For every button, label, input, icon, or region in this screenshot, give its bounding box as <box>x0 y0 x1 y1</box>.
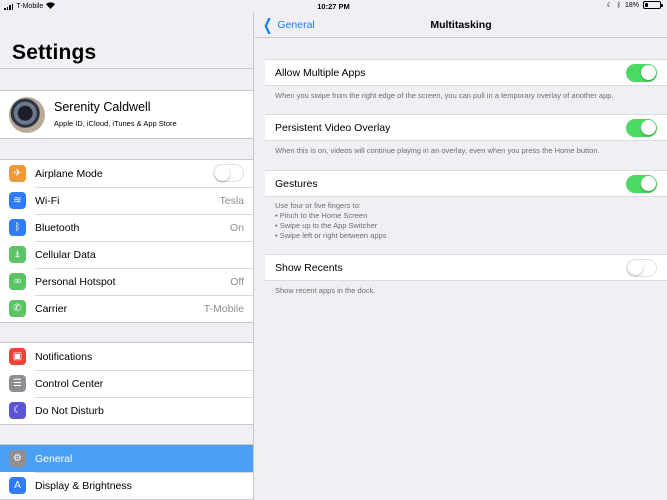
profile-subtitle: Apple ID, iCloud, iTunes & App Store <box>54 119 177 128</box>
bluetooth-icon: ᛒ <box>9 219 26 236</box>
sidebar-item-label: Carrier <box>35 302 68 315</box>
notifications-icon: ▣ <box>9 348 26 365</box>
sidebar-item-value: T-Mobile <box>203 302 244 315</box>
toggle-knob <box>627 260 643 275</box>
sidebar-item-personal-hotspot[interactable]: ∞ Personal Hotspot Off <box>0 268 253 295</box>
battery-percent: 18% <box>624 1 639 9</box>
setting-footer: When this is on, videos will continue pl… <box>275 146 600 156</box>
footer-line: When you swipe from the right edge of th… <box>275 91 614 100</box>
setting-label: Gestures <box>275 178 318 190</box>
moon-icon: ☾ <box>9 402 26 419</box>
gestures-toggle[interactable] <box>626 174 657 193</box>
setting-label: Show Recents <box>275 262 343 274</box>
sidebar-item-label: Control Center <box>35 377 104 390</box>
sidebar-item-label: Bluetooth <box>35 221 80 234</box>
sidebar-item-wi-fi[interactable]: ≋ Wi-Fi Tesla <box>0 187 253 214</box>
multitasking-detail: ❮ General Multitasking Allow Multiple Ap… <box>255 0 667 500</box>
sidebar-title: Settings <box>12 41 97 64</box>
moon-status-icon: ☾ <box>606 1 613 9</box>
sidebar-item-general[interactable]: ⚙ General <box>0 445 253 472</box>
toggle-knob <box>640 176 656 191</box>
phone-icon: ✆ <box>9 300 26 317</box>
gear-icon: ⚙ <box>9 450 26 467</box>
toggle-knob <box>214 165 230 181</box>
toggle-knob <box>640 120 656 135</box>
bluetooth-status-icon: ᛒ <box>616 1 621 9</box>
sidebar-item-do-not-disturb[interactable]: ☾ Do Not Disturb <box>0 397 253 424</box>
sidebar-item-value: Off <box>230 275 244 288</box>
sidebar-item-label: General <box>35 452 73 465</box>
footer-line: Show recent apps in the dock. <box>275 286 376 295</box>
settings-sidebar: Settings Serenity Caldwell Apple ID, iCl… <box>0 0 254 500</box>
battery-icon <box>643 1 663 9</box>
display-icon: A <box>9 477 26 494</box>
sidebar-item-label: Cellular Data <box>35 248 96 261</box>
cellular-icon: ⍋ <box>9 246 26 263</box>
sidebar-item-label: Do Not Disturb <box>35 404 104 417</box>
apple-id-profile-row[interactable]: Serenity Caldwell Apple ID, iCloud, iTun… <box>0 90 253 139</box>
footer-line: • Swipe left or right between apps <box>275 231 387 240</box>
footer-line: • Pinch to the Home Screen <box>275 211 368 220</box>
setting-gestures: Gestures <box>265 170 667 197</box>
avatar <box>9 97 45 133</box>
general-group: ⚙ General A Display & Brightness <box>0 444 253 500</box>
control-center-icon: ☰ <box>9 375 26 392</box>
footer-line: Use four or five fingers to: <box>275 201 361 210</box>
airplane-mode-toggle[interactable] <box>213 164 244 182</box>
status-right: ☾ ᛒ 18% <box>606 1 663 9</box>
hotspot-icon: ∞ <box>9 273 26 290</box>
sidebar-item-notifications[interactable]: ▣ Notifications <box>0 343 253 370</box>
notifications-group: ▣ Notifications ☰ Control Center ☾ Do Not Dis… <box>0 342 253 425</box>
show-recents-toggle[interactable] <box>626 258 657 277</box>
profile-name: Serenity Caldwell <box>54 100 151 114</box>
connectivity-group: ✈ Airplane Mode ≋ Wi-Fi Tesla ᛒ Bluetooth On ⍋ Ce… <box>0 159 253 323</box>
divider <box>0 68 253 69</box>
setting-footer: Use four or five fingers to: • Pinch to t… <box>275 201 386 241</box>
sidebar-item-display-brightness[interactable]: A Display & Brightness <box>0 472 253 499</box>
setting-footer: When you swipe from the right edge of th… <box>275 91 614 101</box>
setting-persistent-video-overlay: Persistent Video Overlay <box>265 114 667 141</box>
status-time: 10:27 PM <box>317 2 350 11</box>
setting-allow-multiple-apps: Allow Multiple Apps <box>265 59 667 86</box>
sidebar-item-cellular-data[interactable]: ⍋ Cellular Data <box>0 241 253 268</box>
persistent-video-overlay-toggle[interactable] <box>626 118 657 137</box>
wifi-icon: ≋ <box>9 192 26 209</box>
sidebar-item-bluetooth[interactable]: ᛒ Bluetooth On <box>0 214 253 241</box>
status-bar: T-Mobile 10:27 PM ☾ ᛒ 18% <box>0 0 667 12</box>
footer-line: When this is on, videos will continue pl… <box>275 146 600 155</box>
sidebar-item-control-center[interactable]: ☰ Control Center <box>0 370 253 397</box>
setting-label: Persistent Video Overlay <box>275 122 391 134</box>
sidebar-item-label: Notifications <box>35 350 93 363</box>
footer-line: • Swipe up to the App Switcher <box>275 221 378 230</box>
nav-bar: ❮ General Multitasking <box>255 12 667 38</box>
setting-show-recents: Show Recents <box>265 254 667 281</box>
setting-footer: Show recent apps in the dock. <box>275 286 375 296</box>
sidebar-item-airplane-mode[interactable]: ✈ Airplane Mode <box>0 160 253 187</box>
sidebar-item-label: Display & Brightness <box>35 479 132 492</box>
sidebar-item-label: Wi-Fi <box>35 194 60 207</box>
airplane-icon: ✈ <box>9 165 26 182</box>
sidebar-item-label: Personal Hotspot <box>35 275 116 288</box>
setting-label: Allow Multiple Apps <box>275 67 366 79</box>
sidebar-item-label: Airplane Mode <box>35 167 103 180</box>
toggle-knob <box>640 65 656 80</box>
allow-multiple-apps-toggle[interactable] <box>626 63 657 82</box>
page-title: Multitasking <box>430 19 492 31</box>
sidebar-item-carrier[interactable]: ✆ Carrier T-Mobile <box>0 295 253 322</box>
sidebar-item-value: On <box>229 221 244 234</box>
sidebar-item-value: Tesla <box>219 194 244 207</box>
